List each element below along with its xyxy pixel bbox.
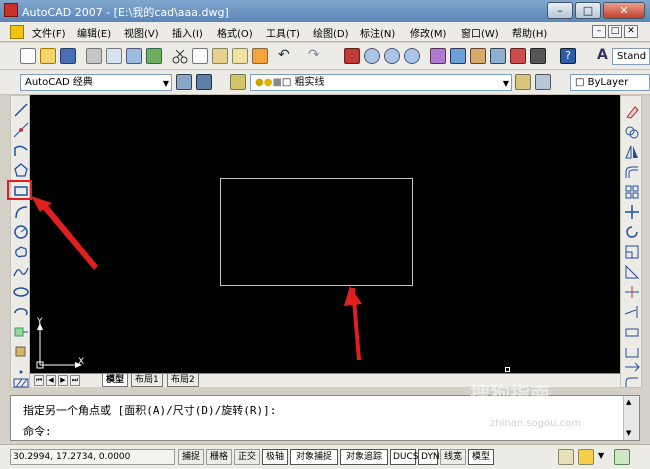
annotation-arrows [31,196,362,360]
arrow-to-drawn-rectangle-icon [344,286,362,360]
watermark-url: zhinan.sogou.com [490,418,582,429]
arrow-to-rectangle-tool-icon [31,196,98,270]
watermark-logo: 搜狗指南 [470,382,550,406]
